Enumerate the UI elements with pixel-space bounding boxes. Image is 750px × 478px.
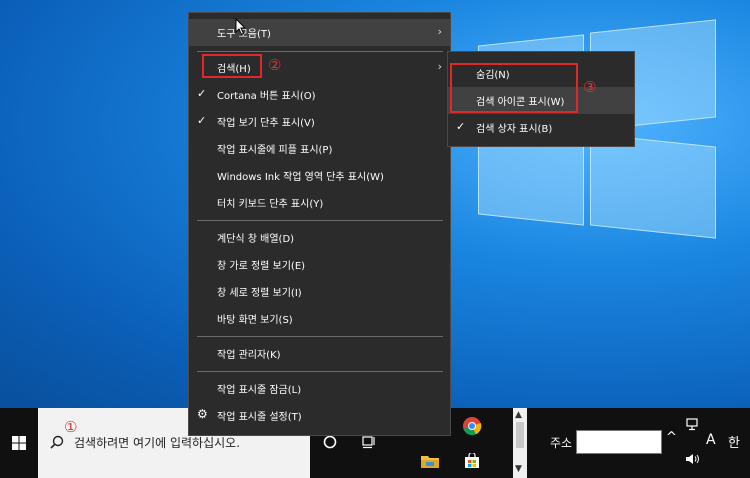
menu-item-label: 검색 상자 표시(B) <box>476 124 553 135</box>
scroll-down-icon[interactable]: ▼ <box>515 464 522 474</box>
chevron-right-icon: › <box>437 60 442 73</box>
toolbar-scrollbar[interactable]: ▲ ▼ <box>513 408 527 478</box>
annotation-step-2: ② <box>268 56 282 74</box>
folder-icon <box>421 456 439 468</box>
checkmark-icon: ✓ <box>197 114 207 127</box>
chrome-icon <box>463 417 482 436</box>
address-toolbar-label: 주소 <box>550 436 573 450</box>
scroll-up-icon[interactable]: ▲ <box>515 410 522 420</box>
menu-item-toolbars[interactable]: 도구 모음(T) › <box>189 19 450 46</box>
menu-separator <box>197 220 443 221</box>
network-icon[interactable] <box>686 418 700 432</box>
menu-item-label: 작업 표시줄 잠금(L) <box>217 385 302 396</box>
search-placeholder: 검색하려면 여기에 입력하십시오. <box>74 436 241 450</box>
volume-icon[interactable] <box>685 452 701 466</box>
file-explorer-button[interactable] <box>418 450 442 472</box>
menu-item-show-touch-keyboard[interactable]: 터치 키보드 단추 표시(Y) <box>189 189 450 216</box>
annotation-box-search <box>202 54 262 78</box>
menu-item-lock-taskbar[interactable]: 작업 표시줄 잠금(L) <box>189 375 450 402</box>
menu-item-show-desktop[interactable]: 바탕 화면 보기(S) <box>189 305 450 332</box>
menu-item-label: 계단식 창 배열(D) <box>217 234 295 245</box>
menu-item-label: Cortana 버튼 표시(O) <box>217 91 316 102</box>
submenu-item-show-search-box[interactable]: ✓ 검색 상자 표시(B) <box>448 114 634 141</box>
menu-item-taskbar-settings[interactable]: ⚙ 작업 표시줄 설정(T) <box>189 402 450 429</box>
menu-item-label: 작업 보기 단추 표시(V) <box>217 118 315 129</box>
store-button[interactable] <box>460 450 484 472</box>
menu-item-stack-windows[interactable]: 창 가로 정렬 보기(E) <box>189 251 450 278</box>
ime-mode-indicator[interactable]: A <box>706 432 716 448</box>
store-icon <box>465 453 479 468</box>
address-input[interactable] <box>576 430 662 454</box>
chrome-button[interactable] <box>460 414 484 438</box>
search-icon <box>50 435 64 449</box>
menu-item-label: 작업 표시줄 설정(T) <box>217 412 302 423</box>
annotation-step-1: ① <box>64 418 78 436</box>
menu-separator <box>197 51 443 52</box>
menu-item-show-task-view[interactable]: ✓ 작업 보기 단추 표시(V) <box>189 108 450 135</box>
start-button[interactable] <box>0 408 38 478</box>
menu-item-side-by-side[interactable]: 창 세로 정렬 보기(I) <box>189 278 450 305</box>
annotation-box-submenu <box>450 63 578 113</box>
cortana-icon <box>323 435 337 449</box>
scroll-thumb[interactable] <box>516 422 524 448</box>
show-hidden-icons-chevron[interactable]: ^ <box>666 430 677 445</box>
menu-item-show-people[interactable]: 작업 표시줄에 피플 표시(P) <box>189 135 450 162</box>
checkmark-icon: ✓ <box>456 120 466 133</box>
menu-item-cascade-windows[interactable]: 계단식 창 배열(D) <box>189 224 450 251</box>
menu-item-task-manager[interactable]: 작업 관리자(K) <box>189 340 450 367</box>
annotation-step-3: ③ <box>583 78 597 96</box>
gear-icon: ⚙ <box>197 407 208 421</box>
chevron-right-icon: › <box>437 25 442 38</box>
menu-item-label: 창 가로 정렬 보기(E) <box>217 261 306 272</box>
menu-item-show-windows-ink[interactable]: Windows Ink 작업 영역 단추 표시(W) <box>189 162 450 189</box>
menu-item-label: 바탕 화면 보기(S) <box>217 315 293 326</box>
menu-item-label: Windows Ink 작업 영역 단추 표시(W) <box>217 172 384 183</box>
menu-item-label: 창 세로 정렬 보기(I) <box>217 288 302 299</box>
windows-icon <box>12 436 26 450</box>
menu-item-label: 작업 표시줄에 피플 표시(P) <box>217 145 333 156</box>
checkmark-icon: ✓ <box>197 87 207 100</box>
menu-separator <box>197 371 443 372</box>
mouse-cursor-icon <box>235 18 247 36</box>
menu-item-label: 작업 관리자(K) <box>217 350 281 361</box>
task-view-icon <box>362 436 375 449</box>
menu-separator <box>197 336 443 337</box>
menu-item-label: 터치 키보드 단추 표시(Y) <box>217 199 324 210</box>
ime-language-indicator[interactable]: 한 <box>728 432 740 451</box>
menu-item-show-cortana[interactable]: ✓ Cortana 버튼 표시(O) <box>189 81 450 108</box>
